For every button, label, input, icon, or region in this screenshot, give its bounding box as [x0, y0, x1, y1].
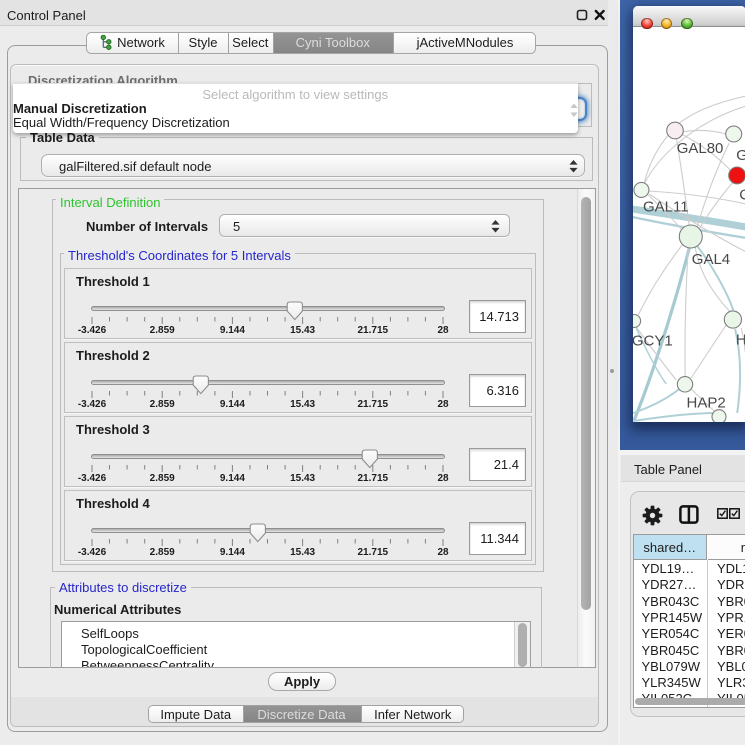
- svg-text:GAL4: GAL4: [692, 251, 730, 268]
- svg-text:GCY1: GCY1: [633, 333, 673, 350]
- svg-text:HAP2: HAP2: [686, 394, 725, 411]
- svg-text:GA: GA: [736, 147, 745, 164]
- svg-text:H: H: [736, 332, 745, 349]
- svg-text:GAL11: GAL11: [643, 199, 689, 216]
- svg-text:GAL80: GAL80: [676, 140, 723, 157]
- svg-text:C: C: [739, 187, 745, 204]
